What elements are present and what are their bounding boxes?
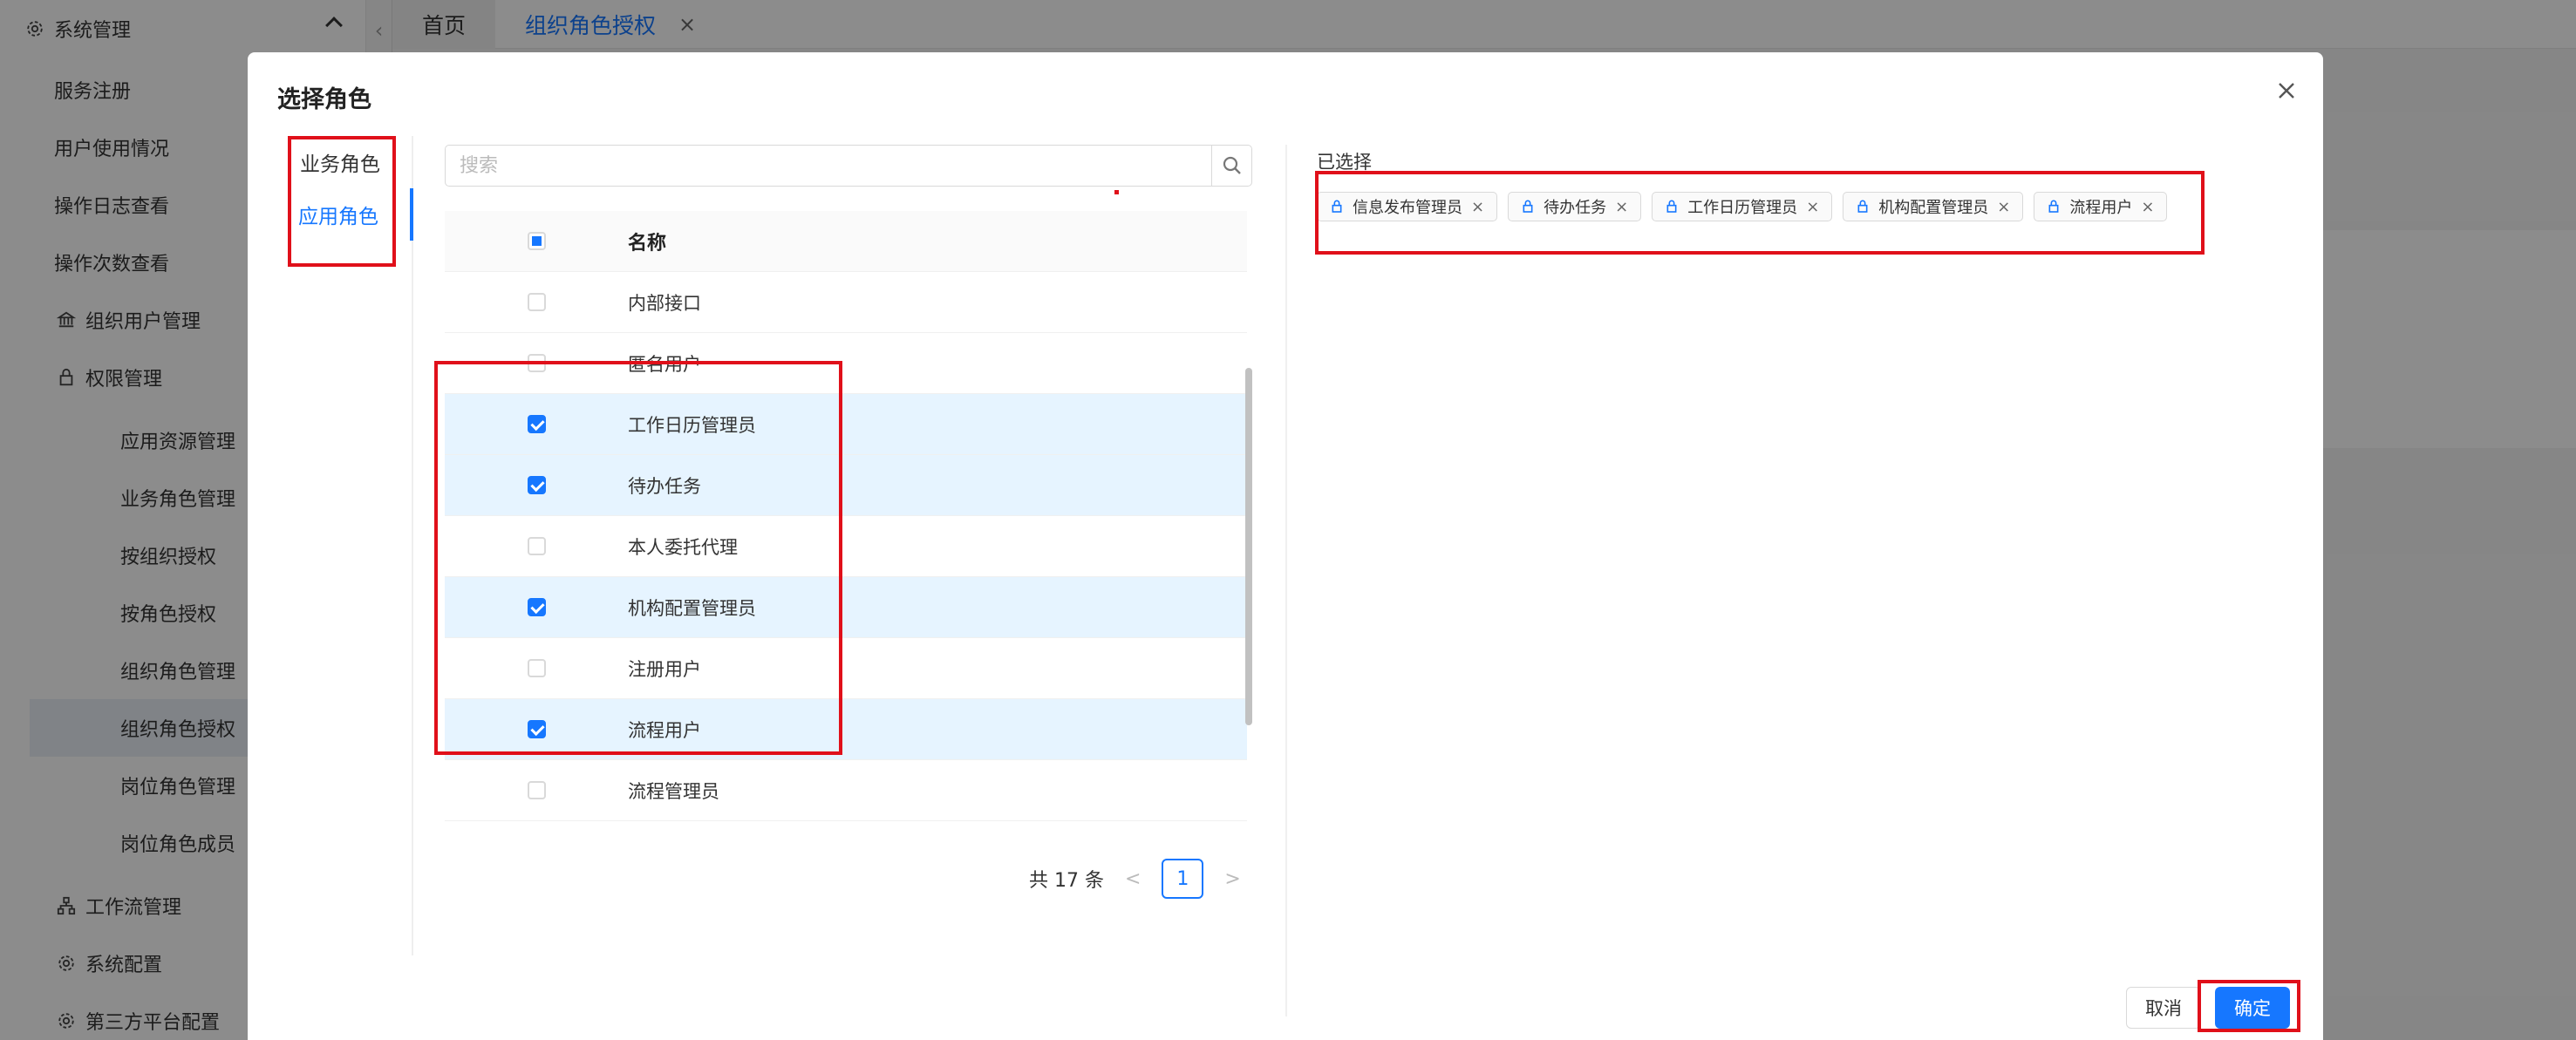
table-scrollbar[interactable]	[1245, 368, 1252, 725]
tag-close-icon[interactable]: ×	[2141, 198, 2154, 216]
row-checkbox[interactable]	[527, 781, 546, 799]
row-checkbox[interactable]	[527, 354, 546, 372]
row-checkbox[interactable]	[527, 476, 546, 494]
cancel-button[interactable]: 取消	[2126, 987, 2201, 1029]
selected-label: 已选择	[1317, 152, 1372, 173]
tag-label: 工作日历管理员	[1687, 199, 1798, 217]
tab-application-role[interactable]: 应用角色	[283, 188, 413, 241]
close-icon[interactable]	[2271, 75, 2302, 106]
row-checkbox[interactable]	[527, 720, 546, 738]
tab-label: 业务角色	[300, 153, 380, 176]
table-row[interactable]: 匿名用户	[445, 333, 1247, 394]
row-checkbox[interactable]	[527, 537, 546, 555]
dialog-title: 选择角色	[277, 86, 371, 113]
pagination: 共 17 条 < 1 >	[1029, 858, 1241, 900]
search-box	[445, 145, 1252, 187]
tag-close-icon[interactable]: ×	[1997, 198, 2010, 216]
tag-label: 待办任务	[1544, 199, 1607, 217]
selected-tag: 信息发布管理员 ×	[1317, 192, 1498, 221]
select-role-dialog: 选择角色 业务角色 应用角色 名称 内部接口匿名用户工作日历管理员待办任务本人委…	[248, 52, 2323, 1040]
selected-tag: 机构配置管理员 ×	[1843, 192, 2024, 221]
row-checkbox[interactable]	[527, 659, 546, 677]
selected-tag: 流程用户 ×	[2034, 192, 2168, 221]
prev-page-button[interactable]: <	[1125, 868, 1141, 890]
tag-close-icon[interactable]: ×	[1471, 198, 1484, 216]
table-header: 名称	[445, 211, 1247, 272]
role-name: 本人委托代理	[628, 536, 738, 558]
confirm-button[interactable]: 确定	[2215, 987, 2290, 1029]
red-marker	[1114, 190, 1119, 194]
tab-label: 应用角色	[298, 206, 378, 228]
table-row[interactable]: 注册用户	[445, 638, 1247, 699]
role-icon	[1857, 200, 1868, 213]
tag-label: 信息发布管理员	[1353, 199, 1462, 217]
tag-label: 流程用户	[2069, 199, 2133, 217]
next-page-button[interactable]: >	[1224, 868, 1240, 890]
table-row[interactable]: 流程用户	[445, 699, 1247, 760]
role-table: 名称 内部接口匿名用户工作日历管理员 待办任务本人委托代理 机构配置管理员 注册用户流…	[445, 211, 1247, 839]
table-row[interactable]: 机构配置管理员	[445, 577, 1247, 638]
column-header-name: 名称	[628, 232, 667, 255]
tag-close-icon[interactable]: ×	[1615, 198, 1628, 216]
tab-business-role[interactable]: 业务角色	[281, 136, 412, 188]
table-row[interactable]: 本人委托代理	[445, 516, 1247, 577]
role-name: 匿名用户	[628, 353, 701, 375]
table-row[interactable]: 内部接口	[445, 272, 1247, 333]
role-name: 注册用户	[628, 658, 701, 680]
search-button[interactable]	[1211, 146, 1251, 186]
row-checkbox[interactable]	[527, 598, 546, 616]
role-name: 内部接口	[628, 292, 701, 314]
role-name: 机构配置管理员	[628, 597, 756, 619]
select-all-checkbox[interactable]	[527, 232, 546, 250]
tag-label: 机构配置管理员	[1878, 199, 1989, 217]
role-name: 流程用户	[628, 719, 701, 741]
role-name: 流程管理员	[628, 780, 719, 802]
selected-tag: 工作日历管理员 ×	[1652, 192, 1833, 221]
panel-divider	[1285, 145, 1287, 1016]
selected-tag-list: 信息发布管理员 × 待办任务 × 工作日历管理员 × 机构配置管理员 × 流程用户 ×	[1317, 192, 2168, 221]
search-icon	[1223, 156, 1241, 174]
role-icon	[1666, 200, 1677, 213]
role-type-tabs: 业务角色 应用角色	[248, 136, 413, 955]
role-icon	[1332, 200, 1342, 213]
table-row[interactable]: 工作日历管理员	[445, 394, 1247, 455]
table-row[interactable]: 待办任务	[445, 455, 1247, 516]
selected-tag: 待办任务 ×	[1508, 192, 1642, 221]
table-row[interactable]: 流程管理员	[445, 760, 1247, 821]
row-checkbox[interactable]	[527, 293, 546, 311]
role-icon	[2048, 200, 2059, 213]
total-count: 共 17 条	[1029, 870, 1104, 892]
role-name: 工作日历管理员	[628, 414, 756, 436]
tag-close-icon[interactable]: ×	[1806, 198, 1819, 216]
search-input[interactable]	[446, 146, 1211, 186]
role-name: 待办任务	[628, 475, 701, 497]
row-checkbox[interactable]	[527, 415, 546, 433]
page-number-button[interactable]: 1	[1162, 859, 1204, 899]
role-icon	[1523, 200, 1533, 213]
